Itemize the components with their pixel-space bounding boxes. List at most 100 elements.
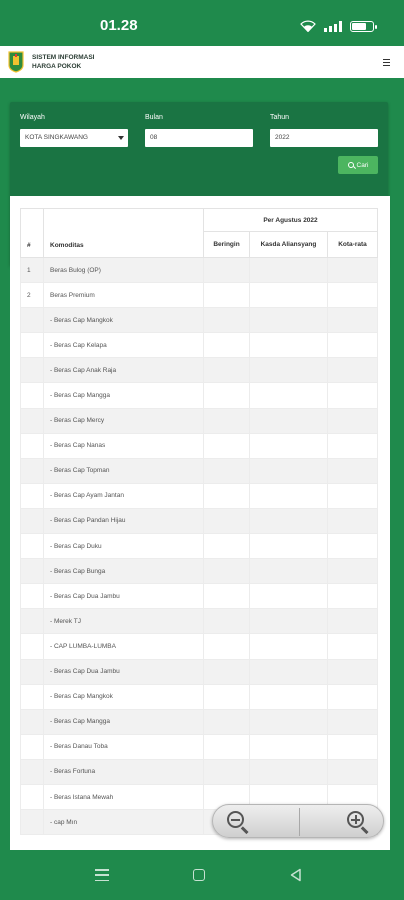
price-cell bbox=[327, 282, 378, 309]
table-row: - Beras Fortuna bbox=[20, 758, 378, 785]
price-cell bbox=[203, 507, 250, 535]
row-number bbox=[20, 307, 44, 334]
row-commodity-name: - Beras Cap Bunga bbox=[43, 558, 204, 585]
row-number bbox=[20, 683, 44, 710]
price-cell bbox=[327, 558, 378, 585]
table-row: - Beras Cap Bunga bbox=[20, 558, 378, 585]
price-cell bbox=[249, 533, 328, 560]
price-cell bbox=[203, 282, 250, 309]
price-cell bbox=[203, 583, 250, 610]
price-cell bbox=[249, 382, 328, 409]
row-commodity-name: Beras Bulog (OP) bbox=[43, 256, 204, 284]
price-cell bbox=[327, 708, 378, 735]
row-commodity-name: - Beras Cap Anak Raja bbox=[43, 357, 204, 384]
row-number bbox=[20, 608, 44, 635]
row-commodity-name: - Beras Danau Toba bbox=[43, 733, 204, 760]
app-header: SISTEM INFORMASI HARGA POKOK bbox=[0, 46, 404, 78]
row-commodity-name: - Beras Cap Mangkok bbox=[43, 307, 204, 334]
price-cell bbox=[203, 357, 250, 384]
table-row: - Beras Cap Ayam Jantan bbox=[20, 482, 378, 509]
home-icon[interactable] bbox=[193, 869, 205, 881]
row-number bbox=[20, 633, 44, 660]
zoom-in-icon[interactable] bbox=[345, 809, 371, 835]
price-cell bbox=[327, 357, 378, 384]
row-commodity-name: - Beras Cap Topman bbox=[43, 457, 204, 484]
row-number bbox=[20, 758, 44, 785]
table-row: - Beras Cap Nanas bbox=[20, 432, 378, 459]
table-row: - Beras Cap Mangga bbox=[20, 382, 378, 409]
row-commodity-name: - Merek TJ bbox=[43, 608, 204, 635]
hamburger-menu-icon[interactable] bbox=[383, 59, 390, 66]
app-title-line1: SISTEM INFORMASI bbox=[32, 54, 95, 61]
price-cell bbox=[203, 658, 250, 685]
wilayah-select[interactable]: KOTA SINGKAWANG bbox=[20, 129, 128, 147]
zoom-out-icon[interactable] bbox=[225, 809, 251, 835]
price-cell bbox=[249, 482, 328, 509]
chevron-down-icon bbox=[118, 136, 124, 140]
zoom-controls bbox=[212, 804, 384, 838]
price-cell bbox=[249, 282, 328, 309]
price-cell bbox=[327, 382, 378, 409]
price-cell bbox=[249, 758, 328, 785]
status-icons bbox=[300, 20, 377, 32]
row-number bbox=[20, 809, 44, 836]
price-cell bbox=[327, 432, 378, 459]
back-icon[interactable] bbox=[289, 868, 303, 882]
table-body: 1 Beras Bulog (OP) 2 Beras Premium - Beras C… bbox=[20, 256, 378, 836]
row-commodity-name: - Beras Cap Mangkok bbox=[43, 683, 204, 710]
price-cell bbox=[249, 332, 328, 359]
table-row: - Beras Cap Mangkok bbox=[20, 307, 378, 334]
price-cell bbox=[249, 558, 328, 585]
table-row: 2 Beras Premium bbox=[20, 282, 378, 309]
row-number bbox=[20, 432, 44, 459]
kalimantan-barat-crest-logo[interactable] bbox=[8, 51, 24, 73]
row-commodity-name: - cap Mın bbox=[43, 809, 204, 836]
table-row: - Beras Cap Mercy bbox=[20, 407, 378, 434]
price-cell bbox=[249, 256, 328, 284]
price-cell bbox=[327, 533, 378, 560]
table-row: - Beras Cap Dua Jambu bbox=[20, 583, 378, 610]
row-commodity-name: - Beras Istana Mewah bbox=[43, 783, 204, 811]
row-number: 1 bbox=[20, 256, 44, 284]
row-commodity-name: - Beras Cap Pandan Hijau bbox=[43, 507, 204, 535]
zoom-divider bbox=[299, 808, 300, 836]
price-table-card: # Komoditas Per Agustus 2022 Beringin Ka… bbox=[10, 196, 390, 850]
price-cell bbox=[203, 558, 250, 585]
price-cell bbox=[249, 633, 328, 660]
price-cell bbox=[249, 407, 328, 434]
price-cell bbox=[203, 432, 250, 459]
price-cell bbox=[327, 658, 378, 685]
price-cell bbox=[327, 608, 378, 635]
price-cell bbox=[249, 583, 328, 610]
column-header-komoditas: Komoditas bbox=[43, 208, 204, 258]
price-cell bbox=[249, 457, 328, 484]
price-cell bbox=[249, 357, 328, 384]
price-cell bbox=[327, 256, 378, 284]
table-row: - Merek TJ bbox=[20, 608, 378, 635]
bulan-input[interactable]: 08 bbox=[145, 129, 253, 147]
price-cell bbox=[203, 407, 250, 434]
bulan-label: Bulan bbox=[145, 114, 163, 121]
row-number bbox=[20, 733, 44, 760]
app-title: SISTEM INFORMASI HARGA POKOK bbox=[32, 53, 94, 71]
row-number bbox=[20, 457, 44, 484]
recent-apps-icon[interactable] bbox=[95, 869, 109, 881]
column-header-market-1: Beringin bbox=[203, 231, 250, 258]
column-header-market-3: Kota-rata bbox=[327, 231, 378, 258]
row-commodity-name: - Beras Cap Dua Jambu bbox=[43, 583, 204, 610]
price-cell bbox=[203, 307, 250, 334]
tahun-input[interactable]: 2022 bbox=[270, 129, 378, 147]
table-row: 1 Beras Bulog (OP) bbox=[20, 256, 378, 284]
price-cell bbox=[249, 432, 328, 459]
price-cell bbox=[327, 307, 378, 334]
price-cell bbox=[327, 733, 378, 760]
price-cell bbox=[327, 482, 378, 509]
row-commodity-name: - Beras Cap Kelapa bbox=[43, 332, 204, 359]
price-cell bbox=[327, 683, 378, 710]
price-cell bbox=[327, 583, 378, 610]
row-number bbox=[20, 507, 44, 535]
row-number bbox=[20, 558, 44, 585]
wifi-icon bbox=[300, 20, 316, 32]
row-commodity-name: - CAP LUMBA-LUMBA bbox=[43, 633, 204, 660]
search-button[interactable]: Cari bbox=[338, 156, 378, 174]
